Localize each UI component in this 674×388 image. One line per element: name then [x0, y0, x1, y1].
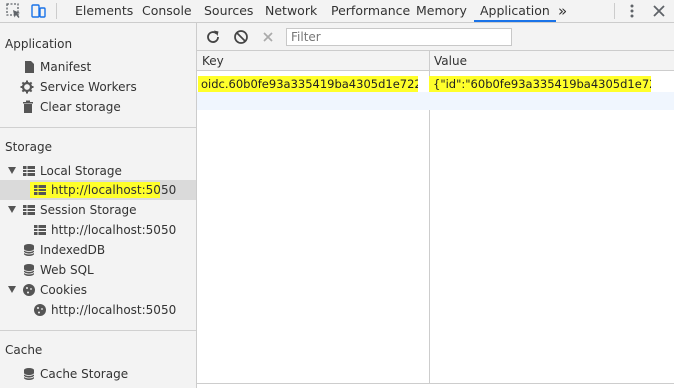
- table-header: Key Value: [197, 51, 674, 71]
- filter-input[interactable]: [286, 28, 512, 46]
- sidebar-item-cookies-origin[interactable]: http://localhost:5050: [0, 300, 196, 320]
- devtools-toolbar: Elements Console Sources Network Perform…: [0, 0, 674, 23]
- inspect-element-icon[interactable]: [5, 2, 23, 20]
- expand-triangle-icon[interactable]: [8, 206, 16, 213]
- sidebar-item-label: http://localhost:5050: [51, 183, 177, 197]
- toolbar-divider: [56, 3, 57, 19]
- sidebar-item-label: Service Workers: [40, 80, 137, 94]
- tab-sources[interactable]: Sources: [204, 0, 253, 22]
- sidebar-item-cache-storage[interactable]: Cache Storage: [0, 364, 196, 384]
- column-header-key[interactable]: Key: [202, 54, 224, 68]
- gear-icon: [20, 80, 34, 94]
- sidebar-item-label: Manifest: [40, 60, 92, 74]
- column-header-value[interactable]: Value: [434, 54, 467, 68]
- sidebar-item-label: IndexedDB: [40, 243, 106, 257]
- section-heading-application: Application: [5, 37, 73, 51]
- section-divider: [0, 127, 196, 128]
- sidebar-item-session-storage[interactable]: Session Storage: [0, 200, 196, 220]
- preview-divider: [197, 383, 674, 384]
- database-icon: [23, 368, 35, 380]
- grid-icon: [34, 185, 46, 195]
- sidebar-item-label: Clear storage: [40, 100, 121, 114]
- kebab-menu-icon[interactable]: [623, 2, 641, 20]
- device-toolbar-icon[interactable]: [29, 2, 47, 20]
- tab-memory[interactable]: Memory: [416, 0, 467, 22]
- storage-toolbar: [197, 23, 674, 51]
- sidebar-item-service-workers[interactable]: Service Workers: [0, 77, 196, 97]
- refresh-icon[interactable]: [205, 29, 221, 45]
- sidebar-item-label: Web SQL: [40, 263, 94, 277]
- cookie-icon: [34, 304, 46, 316]
- expand-triangle-icon[interactable]: [8, 167, 16, 174]
- sidebar-item-session-storage-origin[interactable]: http://localhost:5050: [0, 220, 196, 240]
- more-tabs-button[interactable]: »: [558, 0, 567, 22]
- sidebar-item-label: http://localhost:5050: [51, 303, 177, 317]
- tab-network[interactable]: Network: [265, 0, 317, 22]
- sidebar-item-label: Cache Storage: [40, 367, 129, 381]
- section-heading-storage: Storage: [5, 140, 52, 154]
- toolbar-divider: [614, 3, 615, 19]
- tab-performance[interactable]: Performance: [331, 0, 410, 22]
- close-icon[interactable]: [650, 2, 668, 20]
- grid-icon: [23, 205, 35, 215]
- trash-icon: [23, 100, 33, 113]
- section-divider: [0, 330, 196, 331]
- cookie-icon: [23, 284, 35, 296]
- tab-application[interactable]: Application: [474, 0, 556, 22]
- grid-icon: [34, 225, 46, 235]
- table-row-empty: [197, 92, 674, 110]
- expand-triangle-icon[interactable]: [8, 286, 16, 293]
- clear-all-icon[interactable]: [233, 29, 249, 45]
- sidebar-item-label: http://localhost:5050: [51, 223, 177, 237]
- sidebar-item-label: Session Storage: [40, 203, 137, 217]
- sidebar-item-label: Cookies: [40, 283, 87, 297]
- table-cell-key[interactable]: oidc.60b0fe93a335419ba4305d1e7227b...: [198, 76, 418, 92]
- delete-selected-icon[interactable]: [260, 29, 276, 45]
- document-icon: [25, 61, 34, 73]
- tab-elements[interactable]: Elements: [75, 0, 133, 22]
- table-cell-value[interactable]: {"id":"60b0fe93a335419ba4305d1e7227...: [429, 76, 651, 92]
- sidebar-item-label: Local Storage: [40, 164, 122, 178]
- sidebar-item-indexeddb[interactable]: IndexedDB: [0, 240, 196, 260]
- sidebar-item-local-storage-origin[interactable]: http://localhost:5050: [0, 180, 196, 200]
- sidebar-item-cookies[interactable]: Cookies: [0, 280, 196, 300]
- sidebar-item-web-sql[interactable]: Web SQL: [0, 260, 196, 280]
- section-heading-cache: Cache: [5, 343, 43, 357]
- database-icon: [23, 264, 35, 276]
- sidebar-item-local-storage[interactable]: Local Storage: [0, 161, 196, 181]
- grid-icon: [23, 166, 35, 176]
- application-sidebar: Application Manifest Service Workers Cle…: [0, 23, 197, 388]
- sidebar-item-clear-storage[interactable]: Clear storage: [0, 97, 196, 117]
- tab-console[interactable]: Console: [142, 0, 192, 22]
- storage-main-panel: Key Value oidc.60b0fe93a335419ba4305d1e7…: [197, 23, 674, 388]
- sidebar-item-manifest[interactable]: Manifest: [0, 57, 196, 77]
- database-icon: [23, 244, 35, 256]
